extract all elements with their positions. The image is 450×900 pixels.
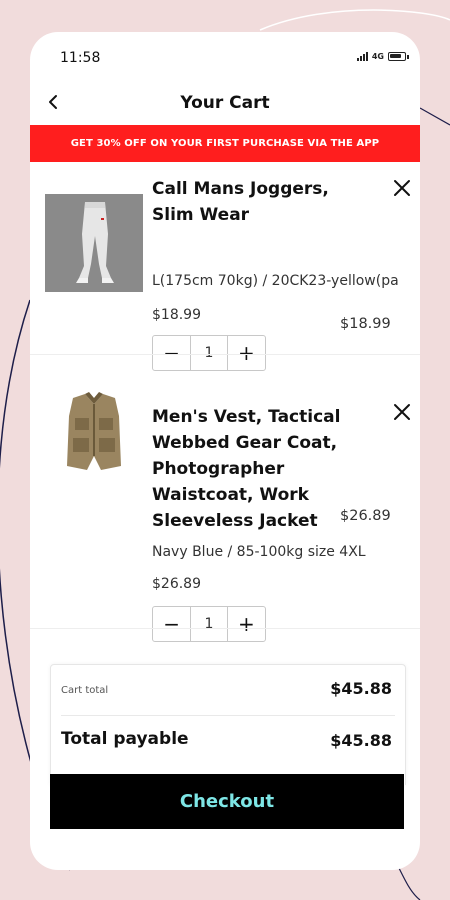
summary-divider	[61, 715, 395, 716]
remove-item-icon[interactable]	[392, 178, 412, 198]
total-payable-value: $45.88	[330, 731, 392, 750]
battery-icon	[388, 52, 409, 61]
quantity-value[interactable]: 1	[190, 607, 228, 641]
product-variant: L(175cm 70kg) / 20CK23-yellow(pa	[152, 273, 399, 289]
status-bar: 11:58 4G	[30, 32, 420, 84]
cart-header: Your Cart	[30, 84, 420, 124]
product-variant: Navy Blue / 85-100kg size 4XL	[152, 544, 366, 560]
status-icons: 4G	[356, 52, 409, 61]
cart-summary: Cart total $45.88 Total payable $45.88	[50, 664, 406, 785]
quantity-stepper: − 1 +	[152, 606, 266, 642]
network-label: 4G	[371, 52, 384, 61]
promo-banner[interactable]: GET 30% OFF ON YOUR FIRST PURCHASE VIA T…	[30, 125, 420, 162]
unit-price: $18.99	[152, 307, 201, 323]
product-name-lines[interactable]: Men's Vest, Tactical Webbed Gear Coat, P…	[152, 404, 340, 534]
page-title: Your Cart	[180, 93, 270, 113]
total-payable-label: Total payable	[61, 729, 189, 749]
product-name[interactable]: Call Mans Joggers, Slim Wear	[152, 176, 329, 228]
product-image-joggers[interactable]	[45, 194, 143, 292]
signal-icon	[356, 52, 368, 61]
checkout-button[interactable]: Checkout	[50, 774, 404, 829]
item-divider	[30, 628, 420, 629]
increment-button[interactable]: +	[228, 607, 265, 641]
line-price: $26.89	[340, 508, 391, 524]
cart-item: Men's Vest, Tactical Webbed Gear Coat, P…	[30, 355, 420, 642]
product-image-vest[interactable]	[45, 382, 143, 480]
unit-price: $26.89	[152, 576, 201, 592]
cart-total-value: $45.88	[330, 679, 392, 698]
cart-item: Call Mans Joggers, Slim Wear L(175cm 70k…	[30, 162, 420, 371]
remove-item-icon[interactable]	[392, 402, 412, 422]
status-time: 11:58	[60, 50, 101, 66]
phone-screen: 11:58 4G Your Cart GET 30% OFF ON YOUR F…	[30, 32, 420, 870]
line-price: $18.99	[340, 316, 391, 332]
decrement-button[interactable]: −	[153, 607, 190, 641]
cart-total-label: Cart total	[61, 685, 109, 696]
